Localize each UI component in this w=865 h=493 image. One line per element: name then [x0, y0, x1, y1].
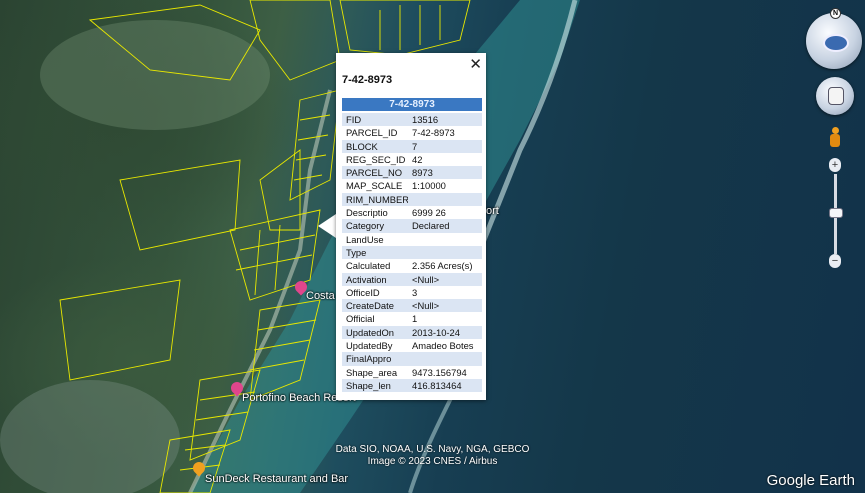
- attribute-key: Calculated: [346, 260, 391, 272]
- attribute-row: Activation <Null>: [342, 272, 482, 286]
- attribute-key: PARCEL_ID: [346, 127, 398, 139]
- attribute-value: 6999 26: [412, 207, 446, 219]
- zoom-slider[interactable]: + −: [829, 158, 843, 270]
- popup-title: 7-42-8973: [342, 74, 393, 86]
- parcel-info-popup: ✕ 7-42-8973 7-42-8973 FID 13516 PARCEL_ID 7…: [336, 53, 486, 400]
- attribute-key: MAP_SCALE: [346, 180, 403, 192]
- attribute-key: OfficeID: [346, 286, 380, 298]
- attribute-value: 7-42-8973: [412, 127, 455, 139]
- look-control[interactable]: N: [806, 8, 862, 69]
- place-label-costa[interactable]: Costa: [306, 290, 335, 302]
- attribute-value: 7: [408, 139, 482, 153]
- imagery-credit-line2: Image © 2023 CNES / Airbus: [367, 456, 498, 467]
- street-view-pegman-icon[interactable]: [829, 127, 841, 149]
- place-label-sundeck[interactable]: SunDeck Restaurant and Bar: [205, 473, 348, 485]
- attribute-key: UpdatedOn: [342, 325, 408, 340]
- attribute-key: UpdatedBy: [346, 340, 393, 352]
- attribute-value: <Null>: [408, 299, 482, 313]
- attribute-value: [408, 245, 482, 260]
- zoom-out-button[interactable]: −: [829, 254, 841, 268]
- attribute-value: 2.356 Acres(s): [412, 260, 473, 272]
- attribute-value: 416.813464: [408, 378, 482, 393]
- attribute-key: Activation: [342, 272, 408, 286]
- attribute-row: REG_SEC_ID 42: [342, 153, 482, 166]
- attribute-row: Calculated 2.356 Acres(s): [342, 259, 482, 272]
- attribute-value: 3: [412, 286, 418, 298]
- attribute-row: UpdatedBy Amadeo Botes: [342, 339, 482, 352]
- attribute-value: [408, 233, 482, 246]
- attribute-row: Type: [342, 245, 482, 260]
- attribute-value: [408, 352, 482, 366]
- attribute-row: MAP_SCALE 1:10000: [342, 179, 482, 192]
- attribute-table: FID 13516 PARCEL_ID 7-42-8973 BLOCK 7 REG_SEC_…: [342, 113, 482, 393]
- attribute-row: Shape_area 9473.156794: [342, 366, 482, 379]
- attribute-key: LandUse: [346, 233, 384, 245]
- attribute-key: REG_SEC_ID: [346, 153, 406, 165]
- attribute-row: LandUse: [342, 233, 482, 246]
- attribute-value: 13516: [408, 113, 482, 127]
- attribute-key: FinalAppro: [342, 352, 408, 366]
- compass-north-icon[interactable]: N: [830, 8, 841, 19]
- attribute-row: FinalAppro: [342, 352, 482, 366]
- attribute-value: Declared: [408, 219, 482, 233]
- attribute-row: RIM_NUMBER: [342, 192, 482, 207]
- attribute-key: Shape_area: [346, 366, 398, 378]
- attribute-key: Official: [346, 313, 375, 325]
- attribute-key: CreateDate: [342, 299, 408, 313]
- popup-table-header: 7-42-8973: [342, 98, 482, 111]
- imagery-credit-line1: Data SIO, NOAA, U.S. Navy, NGA, GEBCO: [335, 444, 530, 455]
- google-earth-logo: Google Earth: [766, 472, 855, 489]
- popup-pointer: [318, 214, 336, 238]
- attribute-key: BLOCK: [342, 139, 408, 153]
- attribute-value: Amadeo Botes: [412, 340, 474, 352]
- close-icon[interactable]: ✕: [469, 55, 482, 73]
- attribute-key: FID: [342, 113, 408, 127]
- move-control[interactable]: [816, 77, 854, 115]
- attribute-row: BLOCK 7: [342, 139, 482, 153]
- attribute-key: Descriptio: [346, 207, 388, 219]
- attribute-row: UpdatedOn 2013-10-24: [342, 325, 482, 340]
- attribute-row: PARCEL_ID 7-42-8973: [342, 126, 482, 139]
- attribute-value: <Null>: [408, 272, 482, 286]
- attribute-value: 42: [412, 153, 423, 165]
- zoom-handle[interactable]: [829, 208, 843, 218]
- attribute-value: [408, 192, 482, 207]
- attribute-value: 2013-10-24: [408, 325, 482, 340]
- attribute-row: OfficeID 3: [342, 286, 482, 299]
- attribute-key: Category: [342, 219, 408, 233]
- attribute-value: 9473.156794: [412, 366, 467, 378]
- attribute-key: Shape_len: [342, 378, 408, 393]
- attribute-row: CreateDate <Null>: [342, 299, 482, 313]
- attribute-row: FID 13516: [342, 113, 482, 127]
- attribute-row: Category Declared: [342, 219, 482, 233]
- attribute-row: Descriptio 6999 26: [342, 206, 482, 219]
- attribute-key: PARCEL_NO: [342, 166, 408, 180]
- attribute-value: 1:10000: [412, 180, 446, 192]
- attribute-key: RIM_NUMBER: [342, 192, 408, 207]
- zoom-in-button[interactable]: +: [829, 158, 841, 172]
- attribute-key: Type: [342, 245, 408, 260]
- place-label-partial: ort: [486, 205, 499, 217]
- eye-icon: [823, 34, 849, 52]
- attribute-row: Shape_len 416.813464: [342, 378, 482, 393]
- hand-icon: [828, 87, 844, 105]
- attribute-row: Official 1: [342, 312, 482, 325]
- attribute-value: 1: [412, 313, 418, 325]
- attribute-value: 8973: [408, 166, 482, 180]
- attribute-row: PARCEL_NO 8973: [342, 166, 482, 180]
